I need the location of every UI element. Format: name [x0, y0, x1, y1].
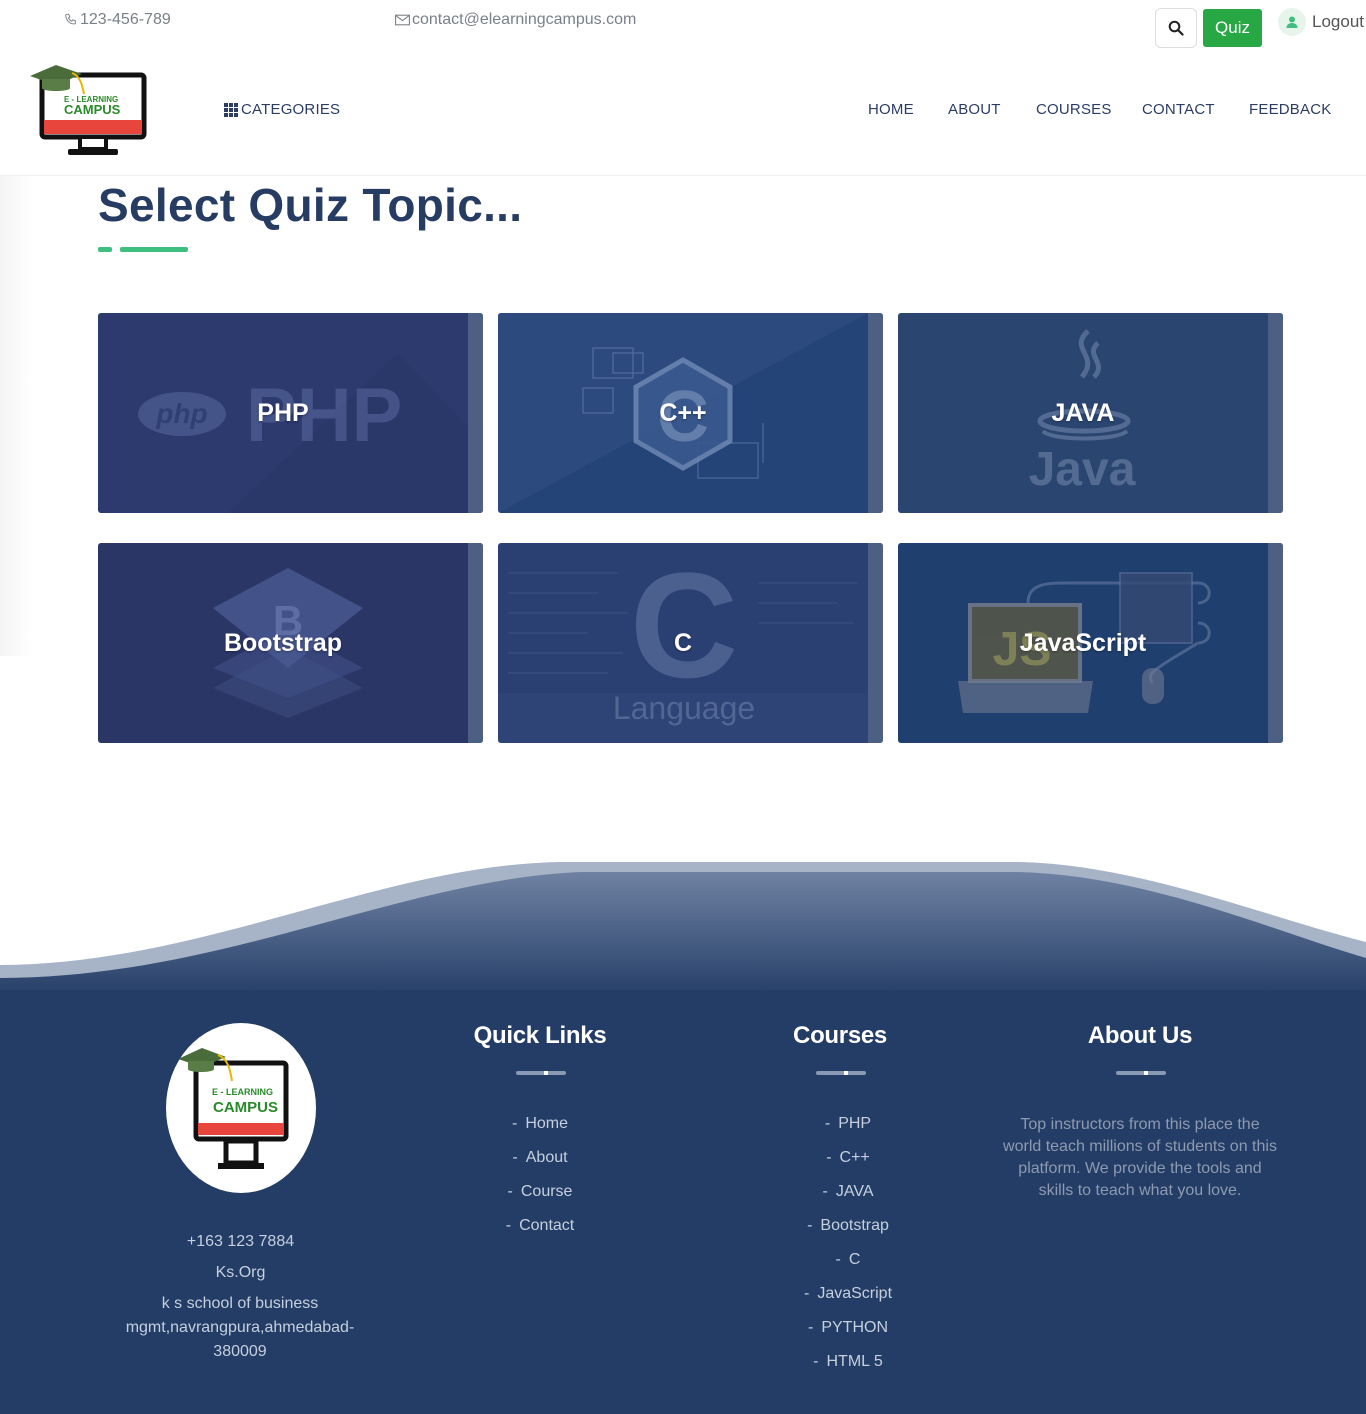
course-link-python[interactable]: - PYTHON — [698, 1311, 998, 1345]
course-link-html5[interactable]: - HTML 5 — [698, 1345, 998, 1379]
nav-home[interactable]: HOME — [868, 101, 914, 118]
left-shade — [0, 176, 32, 656]
quick-links-heading: Quick Links — [473, 1022, 607, 1049]
quiz-card-cpp[interactable]: C C++ — [498, 313, 883, 513]
top-phone[interactable]: 123-456-789 — [64, 11, 171, 29]
about-divider — [1116, 1071, 1166, 1075]
nav-courses[interactable]: COURSES — [1036, 101, 1112, 118]
course-link-c[interactable]: -C — [698, 1243, 998, 1277]
quiz-card-java[interactable]: Java JAVA — [898, 313, 1283, 513]
card-label: PHP — [257, 398, 309, 427]
about-text: Top instructors from this place the worl… — [1003, 1116, 1277, 1199]
quick-links-list: - Home - About - Course - Contact — [390, 1107, 690, 1243]
card-label: JavaScript — [1019, 628, 1147, 657]
nav-divider — [0, 175, 1366, 176]
quiz-card-bootstrap[interactable]: B Bootstrap — [98, 543, 483, 743]
about-heading: About Us — [1087, 1022, 1193, 1049]
phone-text: 123-456-789 — [80, 11, 171, 28]
card-label: C++ — [659, 398, 707, 427]
quiz-card-javascript[interactable]: JS JavaScript — [898, 543, 1283, 743]
email-text: contact@elearningcampus.com — [412, 11, 637, 28]
courses-heading: Courses — [793, 1022, 887, 1049]
page: 123-456-789 contact@elearningcampus.com … — [0, 0, 1366, 1414]
title-underline-short — [98, 247, 112, 252]
logout-link[interactable]: Logout — [1278, 8, 1364, 36]
quiz-card-php[interactable]: php PHP PHP — [98, 313, 483, 513]
nav-contact[interactable]: CONTACT — [1142, 101, 1215, 118]
card-label: JAVA — [1051, 398, 1115, 427]
footer-logo-text-1: E - LEARNING — [212, 1087, 273, 1097]
course-link-bootstrap[interactable]: - Bootstrap — [698, 1209, 998, 1243]
page-title: Select Quiz Topic... — [98, 179, 523, 231]
quick-link-contact[interactable]: - Contact — [390, 1209, 690, 1243]
logout-label: Logout — [1312, 12, 1364, 31]
categories-menu[interactable]: CATEGORIES — [224, 101, 340, 118]
course-link-java[interactable]: - JAVA — [698, 1175, 998, 1209]
footer-wave — [0, 862, 1366, 1000]
course-link-cpp[interactable]: - C++ — [698, 1141, 998, 1175]
card-label: C — [673, 628, 693, 657]
quick-link-about[interactable]: - About — [390, 1141, 690, 1175]
envelope-icon — [395, 14, 410, 26]
footer-address: k s school of business mgmt,navrangpura,… — [125, 1295, 355, 1360]
grid-icon — [224, 102, 238, 117]
nav-about[interactable]: ABOUT — [948, 101, 1001, 118]
courses-divider — [816, 1071, 866, 1075]
top-bar: 123-456-789 contact@elearningcampus.com … — [0, 0, 1366, 48]
footer-logo-text-2: CAMPUS — [213, 1099, 278, 1116]
course-link-javascript[interactable]: - JavaScript — [698, 1277, 998, 1311]
top-email[interactable]: contact@elearningcampus.com — [395, 11, 636, 29]
title-underline-long — [120, 247, 188, 252]
quick-links-divider — [516, 1071, 566, 1075]
user-icon — [1278, 8, 1306, 36]
categories-label: CATEGORIES — [241, 101, 341, 118]
quiz-button[interactable]: Quiz — [1203, 9, 1262, 47]
card-label: Bootstrap — [223, 628, 343, 657]
nav-feedback[interactable]: FEEDBACK — [1249, 101, 1331, 118]
footer-logo[interactable]: E - LEARNING CAMPUS — [166, 1023, 316, 1193]
quiz-card-c[interactable]: C Language C — [498, 543, 883, 743]
footer-phone: +163 123 7884 — [186, 1233, 295, 1250]
search-button[interactable] — [1155, 8, 1197, 48]
courses-list: - PHP - C++ - JAVA - Bootstrap -C - JavaScrip… — [698, 1107, 998, 1379]
site-logo[interactable]: E - LEARNING CAMPUS — [28, 58, 148, 162]
search-icon — [1168, 20, 1184, 36]
logo-text-2: CAMPUS — [64, 102, 121, 117]
phone-icon — [65, 13, 76, 25]
course-link-php[interactable]: - PHP — [698, 1107, 998, 1141]
footer-org: Ks.Org — [215, 1264, 266, 1281]
quick-link-home[interactable]: - Home — [390, 1107, 690, 1141]
quick-link-course[interactable]: - Course — [390, 1175, 690, 1209]
